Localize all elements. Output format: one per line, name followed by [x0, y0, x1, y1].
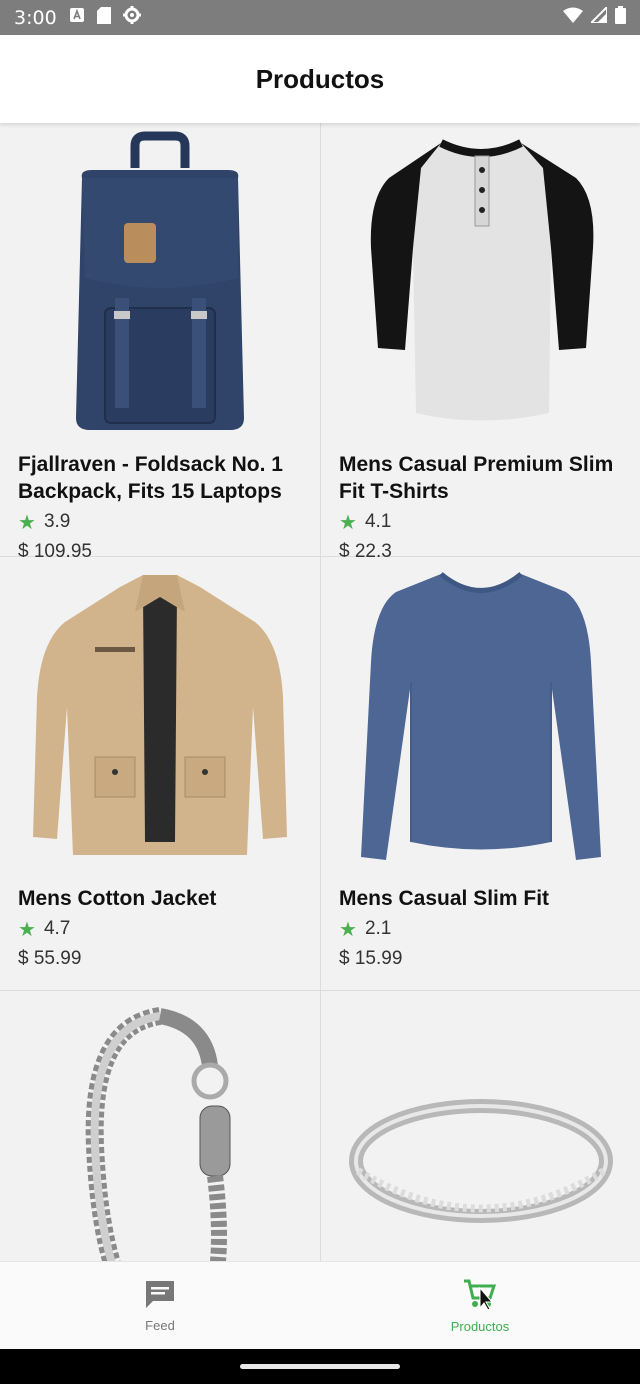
long-sleeve-shirt-image — [321, 557, 640, 877]
product-card[interactable]: Mens Cotton Jacket ★ 4.7 $ 55.99 — [0, 557, 320, 990]
product-card[interactable]: Mens Casual Premium Slim Fit T-Shirts ★ … — [321, 123, 640, 562]
a-notification-icon — [69, 7, 85, 28]
app-screen: 3:00 Productos Fjallraven - Foldsack No.… — [0, 0, 640, 1384]
status-bar: 3:00 — [0, 0, 640, 35]
page-title: Productos — [255, 63, 385, 94]
product-title: Mens Cotton Jacket — [18, 887, 217, 910]
product-grid[interactable]: Fjallraven - Foldsack No. 1 Backpack, Fi… — [0, 123, 640, 1261]
app-bar: Productos — [0, 35, 640, 123]
silver-ring-image — [321, 991, 640, 1261]
rating-value: 2.1 — [364, 918, 392, 939]
product-card[interactable] — [321, 991, 640, 1261]
rating-value: 4.7 — [43, 918, 71, 939]
product-rating: ★ 3.9 — [18, 508, 308, 536]
product-price: $ 15.99 — [339, 948, 403, 969]
product-rating: ★ 4.7 — [18, 915, 308, 943]
settings-gear-icon — [122, 6, 141, 29]
product-title: Mens Casual Premium Slim Fit T-Shirts — [339, 453, 614, 503]
product-rating: ★ 2.1 — [339, 915, 629, 943]
chain-bracelet-image — [0, 991, 320, 1261]
nav-label-feed: Feed — [145, 1317, 175, 1333]
chat-bubble-icon — [144, 1279, 176, 1314]
product-price: $ 55.99 — [18, 948, 82, 969]
star-icon: ★ — [339, 918, 357, 941]
product-card[interactable]: Fjallraven - Foldsack No. 1 Backpack, Fi… — [0, 123, 320, 562]
backpack-image — [0, 123, 320, 443]
cart-icon — [462, 1278, 498, 1315]
nav-item-productos[interactable]: Productos — [320, 1262, 640, 1349]
nav-item-feed[interactable]: Feed — [0, 1262, 320, 1349]
rating-value: 3.9 — [43, 511, 71, 532]
star-icon: ★ — [18, 511, 36, 534]
product-title: Mens Casual Slim Fit — [339, 887, 550, 910]
home-gesture-pill[interactable] — [240, 1364, 400, 1369]
nav-label-productos: Productos — [450, 1318, 510, 1334]
bottom-navigation: Feed Productos — [0, 1261, 640, 1349]
battery-icon — [615, 6, 626, 29]
status-time: 3:00 — [14, 6, 57, 29]
cotton-jacket-image — [0, 557, 320, 877]
system-navigation-bar — [0, 1349, 640, 1384]
signal-icon — [588, 4, 608, 28]
henley-shirt-image — [321, 123, 640, 443]
sd-card-icon — [96, 6, 111, 29]
product-title: Fjallraven - Foldsack No. 1 Backpack, Fi… — [18, 453, 283, 503]
product-card[interactable] — [0, 991, 320, 1261]
wifi-icon — [563, 7, 583, 28]
product-card[interactable]: Mens Casual Slim Fit ★ 2.1 $ 15.99 — [321, 557, 640, 990]
rating-value: 4.1 — [364, 511, 392, 532]
star-icon: ★ — [18, 918, 36, 941]
star-icon: ★ — [339, 511, 357, 534]
product-rating: ★ 4.1 — [339, 508, 629, 536]
